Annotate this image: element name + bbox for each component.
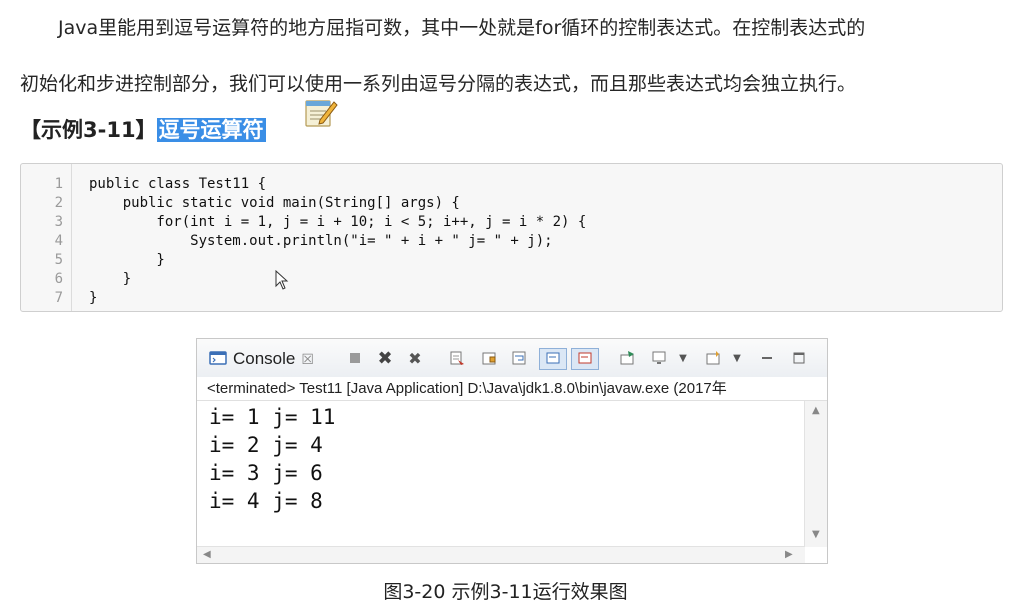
example-heading-prefix: 【示例3-11】 xyxy=(20,118,157,142)
code-line: for(int i = 1, j = i + 10; i < 5; i++, j… xyxy=(89,214,587,230)
notepad-edit-icon xyxy=(305,100,338,127)
close-icon[interactable]: ☒ xyxy=(301,351,314,368)
intro-paragraph-line-1: Java里能用到逗号运算符的地方屈指可数，其中一处就是for循环的控制表达式。在… xyxy=(20,14,995,42)
show-on-stderr-icon[interactable] xyxy=(571,348,599,370)
maximize-icon[interactable] xyxy=(789,348,809,368)
console-icon xyxy=(209,351,227,365)
code-line: } xyxy=(89,271,132,287)
line-number: 2 xyxy=(54,195,63,211)
line-number: 1 xyxy=(54,176,63,192)
show-on-stdout-icon[interactable] xyxy=(539,348,567,370)
console-output[interactable]: i= 1 j= 11 i= 2 j= 4 i= 3 j= 6 i= 4 j= 8 xyxy=(197,401,803,547)
chevron-down-icon[interactable]: ▼ xyxy=(727,348,747,368)
line-number: 4 xyxy=(54,233,63,249)
console-toolbar: Console ☒ ✖ ✖ ▼ ▼ xyxy=(197,339,827,377)
scroll-down-icon[interactable]: ▼ xyxy=(812,529,820,540)
terminate-icon[interactable] xyxy=(345,348,365,368)
pin-console-icon[interactable] xyxy=(617,348,637,368)
figure-caption: 图3-20 示例3-11运行效果图 xyxy=(383,581,628,603)
intro-paragraph-line-2: 初始化和步进控制部分，我们可以使用一系列由逗号分隔的表达式，而且那些表达式均会独… xyxy=(20,73,857,95)
code-line: public static void main(String[] args) { xyxy=(89,195,460,211)
vertical-scrollbar[interactable]: ▲ ▼ xyxy=(804,401,827,547)
chevron-down-icon[interactable]: ▼ xyxy=(673,348,693,368)
tab-console[interactable]: Console ☒ xyxy=(203,345,320,373)
code-block: 1 2 3 4 5 6 7 public class Test11 { public sta… xyxy=(20,163,1003,312)
console-status-line: <terminated> Test11 [Java Application] D… xyxy=(197,377,827,401)
code-line: public class Test11 { xyxy=(89,176,267,192)
remove-all-launches-icon[interactable]: ✖ xyxy=(405,348,425,368)
console-output-line: i= 1 j= 11 xyxy=(209,405,336,429)
word-wrap-icon[interactable] xyxy=(509,348,529,368)
horizontal-scrollbar[interactable]: ◀ ▶ xyxy=(197,546,805,563)
line-number: 3 xyxy=(54,214,63,230)
console-output-line: i= 3 j= 6 xyxy=(209,461,323,485)
example-heading-highlight: 逗号运算符 xyxy=(156,118,266,142)
line-number: 5 xyxy=(54,252,63,268)
remove-launch-icon[interactable]: ✖ xyxy=(375,348,395,369)
intro-text-1: Java里能用到逗号运算符的地方屈指可数，其中一处就是for循环的控制表达式。在… xyxy=(58,17,866,39)
clear-console-icon[interactable] xyxy=(447,348,467,368)
example-heading: 【示例3-11】逗号运算符 xyxy=(20,114,266,144)
mouse-cursor-icon xyxy=(275,270,289,290)
tab-console-label: Console xyxy=(233,349,296,368)
code-line: } xyxy=(89,252,165,268)
code-line: } xyxy=(89,290,98,306)
line-number: 7 xyxy=(54,290,63,306)
scroll-up-icon[interactable]: ▲ xyxy=(812,405,820,416)
open-console-icon[interactable] xyxy=(703,348,723,368)
scroll-lock-icon[interactable] xyxy=(479,348,499,368)
console-output-line: i= 2 j= 4 xyxy=(209,433,323,457)
line-number-gutter: 1 2 3 4 5 6 7 xyxy=(21,164,72,311)
display-console-icon[interactable] xyxy=(649,348,669,368)
console-output-line: i= 4 j= 8 xyxy=(209,489,323,513)
line-number: 6 xyxy=(54,271,63,287)
code-line: System.out.println("i= " + i + " j= " + … xyxy=(89,233,553,249)
scroll-right-icon[interactable]: ▶ xyxy=(785,549,793,560)
scroll-left-icon[interactable]: ◀ xyxy=(203,549,211,560)
minimize-icon[interactable] xyxy=(757,348,777,368)
console-view: Console ☒ ✖ ✖ ▼ ▼ <terminated> Test11 [J… xyxy=(196,338,828,564)
